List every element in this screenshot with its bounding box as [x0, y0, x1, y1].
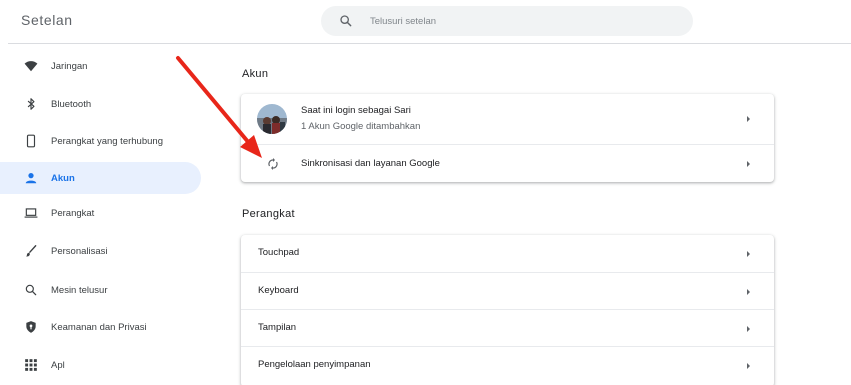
search-input[interactable] [370, 6, 670, 36]
brush-icon [25, 245, 37, 257]
sidebar-item-label: Mesin telusur [51, 284, 108, 296]
row-label: Touchpad [258, 247, 300, 258]
sidebar-item-label: Perangkat [51, 207, 95, 219]
sidebar-item-mesin-telusur[interactable]: Mesin telusur [0, 274, 201, 306]
row-label: Pengelolaan penyimpanan [258, 359, 371, 370]
search-box[interactable] [321, 6, 693, 36]
chevron-right-icon [747, 326, 750, 332]
profile-name: Saat ini login sebagai Sari [301, 105, 411, 116]
bluetooth-icon [27, 98, 35, 110]
chevron-right-icon [747, 363, 750, 369]
chevron-right-icon [747, 251, 750, 257]
chevron-right-icon [747, 116, 750, 122]
sidebar-item-label: Personalisasi [51, 245, 108, 257]
chevron-right-icon [747, 161, 750, 167]
perangkat-card: Touchpad Keyboard Tampilan Pengelolaan p… [241, 235, 774, 385]
sidebar-item-akun[interactable]: Akun [0, 162, 201, 194]
shield-icon [26, 321, 36, 333]
sync-label: Sinkronisasi dan layanan Google [301, 158, 440, 169]
wifi-icon [24, 61, 38, 72]
sidebar-item-apl[interactable]: Apl [0, 349, 201, 381]
sidebar-item-label: Apl [51, 359, 65, 371]
touchpad-row[interactable]: Touchpad [241, 235, 774, 272]
search-icon [340, 15, 352, 27]
section-title-perangkat: Perangkat [242, 208, 295, 220]
row-label: Keyboard [258, 285, 299, 296]
search-icon [25, 284, 37, 296]
section-title-akun: Akun [242, 68, 269, 80]
header-divider [8, 43, 851, 44]
sync-icon [268, 158, 278, 170]
avatar [257, 104, 287, 134]
profile-row[interactable]: Saat ini login sebagai Sari 1 Akun Googl… [241, 94, 774, 144]
person-icon [25, 173, 37, 184]
sidebar-item-label: Perangkat yang terhubung [51, 135, 163, 147]
sidebar-item-label: Bluetooth [51, 98, 92, 110]
sidebar-item-personalisasi[interactable]: Personalisasi [0, 235, 201, 267]
sidebar-item-label: Jaringan [51, 60, 88, 72]
phone-icon [26, 134, 36, 148]
sidebar-item-bluetooth[interactable]: Bluetooth [0, 88, 201, 120]
tampilan-row[interactable]: Tampilan [241, 309, 774, 346]
sync-row[interactable]: Sinkronisasi dan layanan Google [241, 144, 774, 182]
keyboard-row[interactable]: Keyboard [241, 272, 774, 309]
profile-account-count: 1 Akun Google ditambahkan [301, 121, 421, 132]
sidebar-item-label: Keamanan dan Privasi [51, 321, 147, 333]
storage-management-row[interactable]: Pengelolaan penyimpanan [241, 346, 774, 383]
row-label: Tampilan [258, 322, 297, 333]
app-title: Setelan [21, 12, 73, 28]
top-header: Setelan [0, 0, 851, 44]
apps-grid-icon [25, 359, 37, 371]
laptop-icon [24, 208, 38, 218]
chevron-right-icon [747, 289, 750, 295]
sidebar-item-label: Akun [51, 172, 75, 184]
sidebar-item-perangkat-terhubung[interactable]: Perangkat yang terhubung [0, 125, 201, 157]
akun-card: Saat ini login sebagai Sari 1 Akun Googl… [241, 94, 774, 182]
sidebar-item-perangkat[interactable]: Perangkat [0, 197, 201, 229]
sidebar-item-keamanan-privasi[interactable]: Keamanan dan Privasi [0, 311, 201, 343]
sidebar-item-jaringan[interactable]: Jaringan [0, 50, 201, 82]
